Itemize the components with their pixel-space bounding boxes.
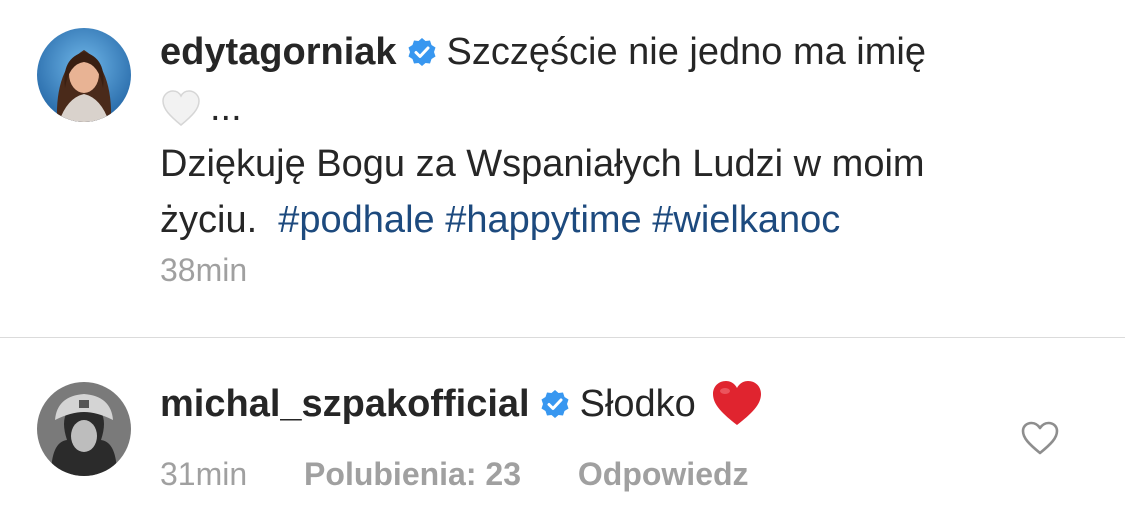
reply-text: michal_szpakofficial Słodko	[160, 376, 1000, 432]
hashtag-wielkanoc[interactable]: #wielkanoc	[652, 199, 840, 241]
caption-ellipsis: ...	[210, 87, 242, 129]
verified-badge-icon	[408, 38, 436, 66]
white-heart-icon	[162, 90, 200, 126]
caption-meta: 38min	[160, 252, 295, 289]
comment-caption: edytagorniak Szczęście nie jedno ma imię…	[0, 0, 1125, 337]
username[interactable]: michal_szpakofficial	[160, 383, 530, 425]
timestamp: 31min	[160, 456, 248, 492]
reply-body: Słodko	[579, 383, 696, 425]
likes-count-link[interactable]: Polubienia: 23	[304, 456, 521, 492]
comment-reply: michal_szpakofficial Słodko 31min Polubi…	[0, 338, 1125, 525]
caption-text: edytagorniak Szczęście nie jedno ma imię…	[160, 24, 1090, 248]
timestamp: 38min	[160, 252, 248, 288]
hashtag-happytime[interactable]: #happytime	[445, 199, 641, 241]
red-heart-icon	[712, 381, 761, 425]
caption-line-1: Szczęście nie jedno ma imię	[446, 31, 926, 73]
caption-line-4: życiu.	[160, 199, 258, 241]
verified-badge-icon	[541, 390, 569, 418]
reply-button[interactable]: Odpowiedz	[578, 456, 749, 492]
avatar-michal-szpakofficial[interactable]	[37, 382, 131, 476]
avatar-edytagorniak[interactable]	[37, 28, 131, 122]
username[interactable]: edytagorniak	[160, 31, 397, 73]
caption-line-3: Dziękuję Bogu za Wspaniałych Ludzi w moi…	[160, 143, 925, 185]
hashtag-podhale[interactable]: #podhale	[278, 199, 434, 241]
reply-meta: 31min Polubienia: 23 Odpowiedz	[160, 456, 797, 493]
like-heart-icon[interactable]	[1020, 420, 1060, 456]
